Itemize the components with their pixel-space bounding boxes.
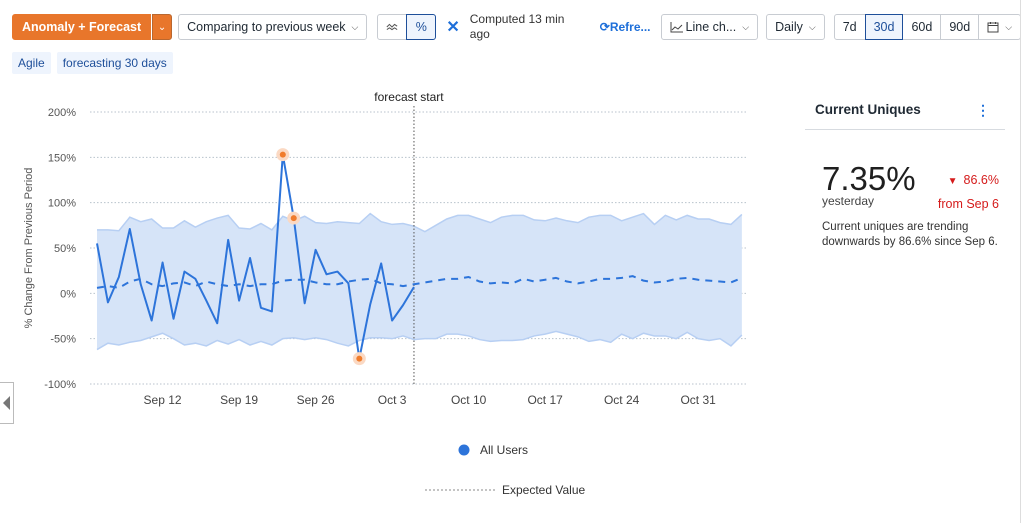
percent-toggle[interactable]: % [406,14,437,40]
more-options-icon[interactable]: ⋮ [976,102,990,119]
current-value: 7.35% [822,160,916,197]
x-tick-label: Oct 17 [527,393,563,407]
current-uniques-panel: Current Uniques ⋮ 7.35% yesterday ▼ 86.6% … [805,96,1005,248]
display-toggle-group: % [377,14,437,40]
delta-badge: ▼ 86.6% from Sep 6 [938,169,999,216]
legend-all-users-label: All Users [480,443,528,457]
x-tick-label: Oct 24 [604,393,640,407]
chevron-down-icon: ⌵ [351,21,359,32]
chart: 200% 150% 100% 50% 0% -50% -100% % Change From … [0,82,790,522]
tag-forecasting[interactable]: forecasting 30 days [56,52,173,74]
interval-label: Daily [775,20,803,34]
anomaly-point [290,215,297,222]
chevron-down-icon: ⌵ [808,21,816,32]
refresh-button[interactable]: ⟳Refre... [600,20,651,34]
range-30d[interactable]: 30d [864,14,904,40]
x-tick-label: Oct 10 [451,393,487,407]
chart-type-label: Line ch... [685,20,737,34]
calendar-icon [987,22,999,33]
forecast-start-label: forecast start [374,90,444,104]
panel-description: Current uniques are trending downwards b… [822,221,998,248]
y-tick-label: 50% [54,243,76,255]
chart-type-dropdown[interactable]: Line ch... ⌵ [660,14,759,40]
chevron-down-icon: ⌵ [742,21,750,32]
anomaly-point [279,151,286,158]
range-7d[interactable]: 7d [833,14,866,40]
tag-agile[interactable]: Agile [12,52,51,74]
range-group: 7d 30d 60d 90d ⌵ [833,14,1021,40]
x-tick-label: Oct 3 [378,393,407,407]
compare-dropdown[interactable]: Comparing to previous week ⌵ [178,14,368,40]
chevron-down-icon: ⌄ [157,21,167,33]
refresh-icon: ⟳ [599,20,610,34]
collapse-sidebar-handle[interactable] [0,382,14,424]
refresh-label: Refre... [609,20,651,34]
delta-value: 86.6% [963,173,999,187]
y-tick-label: 0% [60,288,76,300]
line-chart-icon [670,22,683,33]
interval-dropdown[interactable]: Daily ⌵ [766,14,825,40]
x-tick-label: Oct 31 [680,393,716,407]
panel-title-text: Current Uniques [815,102,921,117]
caret-down-icon: ▼ [947,176,958,187]
tag-list: Agile forecasting 30 days [12,52,173,74]
trend-lines-toggle[interactable] [377,14,408,40]
y-tick-label: 200% [48,107,76,119]
compare-label: Comparing to previous week [187,20,346,34]
x-tick-label: Sep 26 [297,393,335,407]
legend-all-users-marker [458,444,470,456]
y-axis-label: % Change From Previous Period [23,168,35,329]
computed-status: Computed 13 min ago [469,12,565,41]
anomaly-point [356,355,363,362]
mode-dropdown-button[interactable]: ⌄ [152,14,173,40]
range-90d[interactable]: 90d [940,14,980,40]
delta-caption: from Sep 6 [937,197,999,211]
x-tick-label: Sep 19 [220,393,258,407]
date-picker-button[interactable]: ⌵ [978,14,1021,40]
range-60d[interactable]: 60d [902,14,942,40]
close-icon[interactable]: ✕ [446,17,459,37]
legend-expected-label: Expected Value [502,483,585,497]
y-tick-label: 100% [48,198,76,210]
value-caption: yesterday [822,194,875,208]
trend-lines-icon [386,23,398,31]
chevron-down-icon: ⌵ [1005,21,1013,32]
mode-button[interactable]: Anomaly + Forecast [12,14,152,40]
x-tick-label: Sep 12 [144,393,182,407]
toolbar: Anomaly + Forecast ⌄ Comparing to previo… [12,12,1021,41]
line-chart: 200% 150% 100% 50% 0% -50% -100% % Change From … [23,90,748,497]
y-tick-label: -50% [50,334,76,346]
panel-title: Current Uniques ⋮ [805,96,1005,130]
y-tick-label: 150% [48,152,76,164]
y-tick-label: -100% [44,379,76,391]
